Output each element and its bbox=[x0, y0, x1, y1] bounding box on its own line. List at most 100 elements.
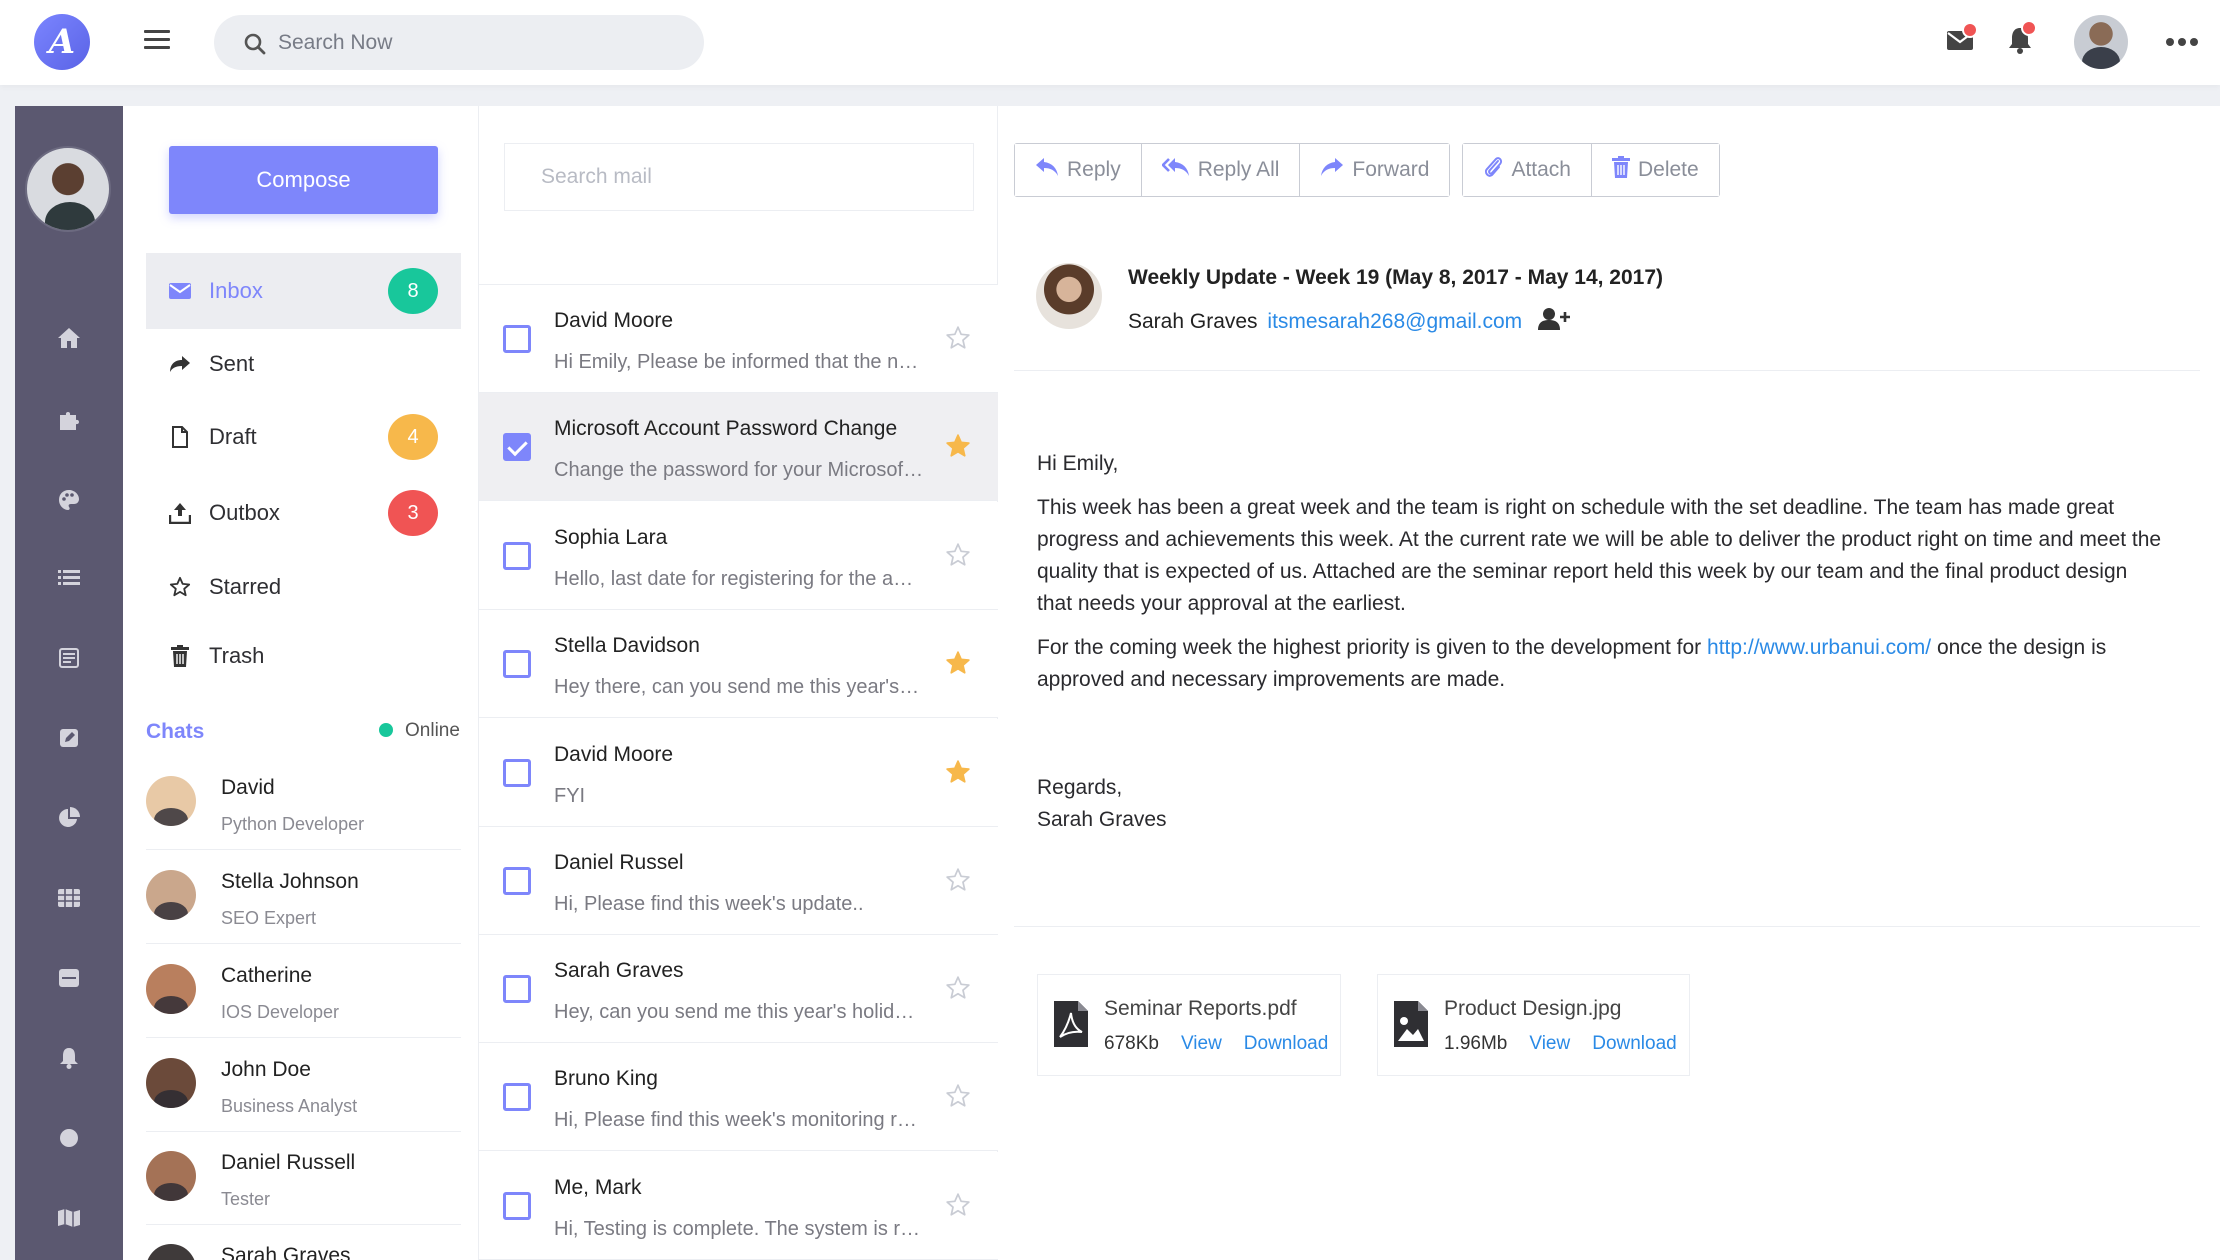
edit-icon[interactable] bbox=[57, 726, 81, 750]
mail-list-item[interactable]: Microsoft Account Password Change Change … bbox=[479, 393, 999, 501]
messages-icon[interactable] bbox=[1946, 22, 1978, 57]
mail-list-item[interactable]: David Moore Hi Emily, Please be informed … bbox=[479, 285, 999, 393]
mail-select-checkbox[interactable] bbox=[503, 650, 531, 678]
chat-name: Catherine bbox=[221, 964, 313, 987]
star-icon[interactable] bbox=[945, 975, 973, 1003]
file-icon bbox=[168, 425, 192, 449]
mail-sender: Sophia Lara bbox=[554, 526, 668, 549]
star-icon[interactable] bbox=[945, 759, 973, 787]
menu-toggle-icon[interactable] bbox=[144, 30, 170, 54]
sender-name: Sarah Graves bbox=[1128, 310, 1258, 333]
mail-list-item[interactable]: Bruno King Hi, Please find this week's mo… bbox=[479, 1043, 999, 1151]
folder-sent[interactable]: Sent bbox=[146, 326, 461, 402]
sidebar-profile-avatar[interactable] bbox=[25, 146, 111, 232]
map-icon[interactable] bbox=[57, 1206, 81, 1230]
forward-button[interactable]: Forward bbox=[1300, 144, 1450, 196]
star-icon[interactable] bbox=[945, 1192, 973, 1220]
pie-chart-icon[interactable] bbox=[57, 806, 81, 830]
star-icon[interactable] bbox=[945, 650, 973, 678]
star-icon[interactable] bbox=[945, 867, 973, 895]
avatar bbox=[146, 1058, 196, 1108]
chat-role: Python Developer bbox=[221, 814, 365, 834]
folder-outbox[interactable]: Outbox 3 bbox=[146, 475, 461, 551]
user-avatar[interactable] bbox=[2074, 15, 2128, 69]
app-logo[interactable]: A bbox=[34, 14, 90, 70]
list-icon[interactable] bbox=[57, 566, 81, 590]
forward-label: Forward bbox=[1352, 158, 1430, 181]
chat-item[interactable]: Stella Johnson SEO Expert bbox=[146, 852, 461, 944]
website-link[interactable]: http://www.urbanui.com/ bbox=[1707, 636, 1931, 659]
global-search[interactable] bbox=[214, 15, 704, 70]
star-icon[interactable] bbox=[945, 325, 973, 353]
search-icon bbox=[244, 33, 266, 55]
avatar bbox=[146, 1151, 196, 1201]
delete-button[interactable]: Delete bbox=[1591, 144, 1719, 196]
mail-select-checkbox[interactable] bbox=[503, 325, 531, 353]
mail-sender: Sarah Graves bbox=[554, 959, 684, 982]
mail-sender: Microsoft Account Password Change bbox=[554, 417, 898, 440]
bell-icon[interactable] bbox=[2007, 20, 2037, 59]
view-link[interactable]: View bbox=[1529, 1033, 1570, 1054]
notification-bell-icon[interactable] bbox=[57, 1046, 81, 1070]
attachment-meta: 678Kb View Download bbox=[1104, 1033, 1328, 1055]
puzzle-icon[interactable] bbox=[57, 408, 81, 432]
attach-button[interactable]: Attach bbox=[1463, 144, 1592, 196]
mail-list-item[interactable]: Me, Mark Hi, Testing is complete. The sys… bbox=[479, 1152, 999, 1260]
form-icon[interactable] bbox=[57, 646, 81, 670]
card-icon[interactable] bbox=[57, 966, 81, 990]
mail-list-item[interactable]: David Moore FYI bbox=[479, 719, 999, 827]
paragraph-text: For the coming week the highest priority… bbox=[1037, 636, 1708, 659]
table-icon[interactable] bbox=[57, 886, 81, 910]
star-icon[interactable] bbox=[945, 1083, 973, 1111]
mail-select-checkbox[interactable] bbox=[503, 759, 531, 787]
mail-list-item[interactable]: Sarah Graves Hey, can you send me this ye… bbox=[479, 935, 999, 1043]
forward-icon bbox=[1320, 157, 1344, 183]
avatar bbox=[146, 964, 196, 1014]
mail-select-checkbox[interactable] bbox=[503, 1083, 531, 1111]
compose-button[interactable]: Compose bbox=[169, 146, 438, 214]
reply-all-label: Reply All bbox=[1197, 158, 1280, 181]
mail-select-checkbox[interactable] bbox=[503, 867, 531, 895]
mail-list-item[interactable]: Sophia Lara Hello, last date for register… bbox=[479, 502, 999, 610]
mail-select-checkbox[interactable] bbox=[503, 975, 531, 1003]
folder-trash[interactable]: Trash bbox=[146, 618, 461, 694]
palette-icon[interactable] bbox=[57, 488, 81, 512]
sender-email-link[interactable]: itsmesarah268@gmail.com bbox=[1267, 310, 1522, 333]
folder-inbox[interactable]: Inbox 8 bbox=[146, 253, 461, 329]
chat-item[interactable]: Catherine IOS Developer bbox=[146, 946, 461, 1038]
chat-item[interactable]: Daniel Russell Tester bbox=[146, 1133, 461, 1225]
chat-item[interactable]: Sarah Graves bbox=[146, 1226, 461, 1260]
mail-select-checkbox[interactable] bbox=[503, 433, 531, 461]
trash-icon bbox=[1611, 156, 1630, 184]
reply-all-button[interactable]: Reply All bbox=[1141, 144, 1301, 196]
global-search-input[interactable] bbox=[278, 15, 678, 70]
share-icon bbox=[168, 352, 192, 376]
mail-list-item[interactable]: Daniel Russel Hi, Please find this week's… bbox=[479, 827, 999, 935]
add-contact-icon[interactable] bbox=[1538, 307, 1570, 336]
circle-icon[interactable] bbox=[57, 1126, 81, 1150]
download-link[interactable]: Download bbox=[1244, 1033, 1329, 1054]
more-options-icon[interactable] bbox=[2166, 38, 2198, 46]
chat-item[interactable]: John Doe Business Analyst bbox=[146, 1040, 461, 1132]
download-link[interactable]: Download bbox=[1592, 1033, 1677, 1054]
mail-select-checkbox[interactable] bbox=[503, 1192, 531, 1220]
star-icon[interactable] bbox=[945, 433, 973, 461]
folder-draft[interactable]: Draft 4 bbox=[146, 399, 461, 475]
chat-role: Business Analyst bbox=[221, 1096, 358, 1116]
mail-search-input[interactable] bbox=[504, 143, 974, 211]
star-icon[interactable] bbox=[945, 542, 973, 570]
home-icon[interactable] bbox=[57, 326, 81, 350]
reply-button[interactable]: Reply bbox=[1015, 144, 1142, 196]
divider bbox=[1014, 370, 2200, 371]
mail-list-item[interactable]: Stella Davidson Hey there, can you send m… bbox=[479, 610, 999, 718]
attachment-card: Seminar Reports.pdf 678Kb View Download bbox=[1037, 974, 1341, 1076]
attachment-name: Seminar Reports.pdf bbox=[1104, 997, 1297, 1020]
folder-starred[interactable]: Starred bbox=[146, 549, 461, 625]
chat-item[interactable]: David Python Developer bbox=[146, 758, 461, 850]
chat-name: David bbox=[221, 776, 275, 799]
mail-sender: Stella Davidson bbox=[554, 634, 700, 657]
view-link[interactable]: View bbox=[1181, 1033, 1222, 1054]
message-paragraph: This week has been a great week and the … bbox=[1037, 496, 2162, 615]
mail-select-checkbox[interactable] bbox=[503, 542, 531, 570]
mail-sender: Me, Mark bbox=[554, 1176, 642, 1199]
